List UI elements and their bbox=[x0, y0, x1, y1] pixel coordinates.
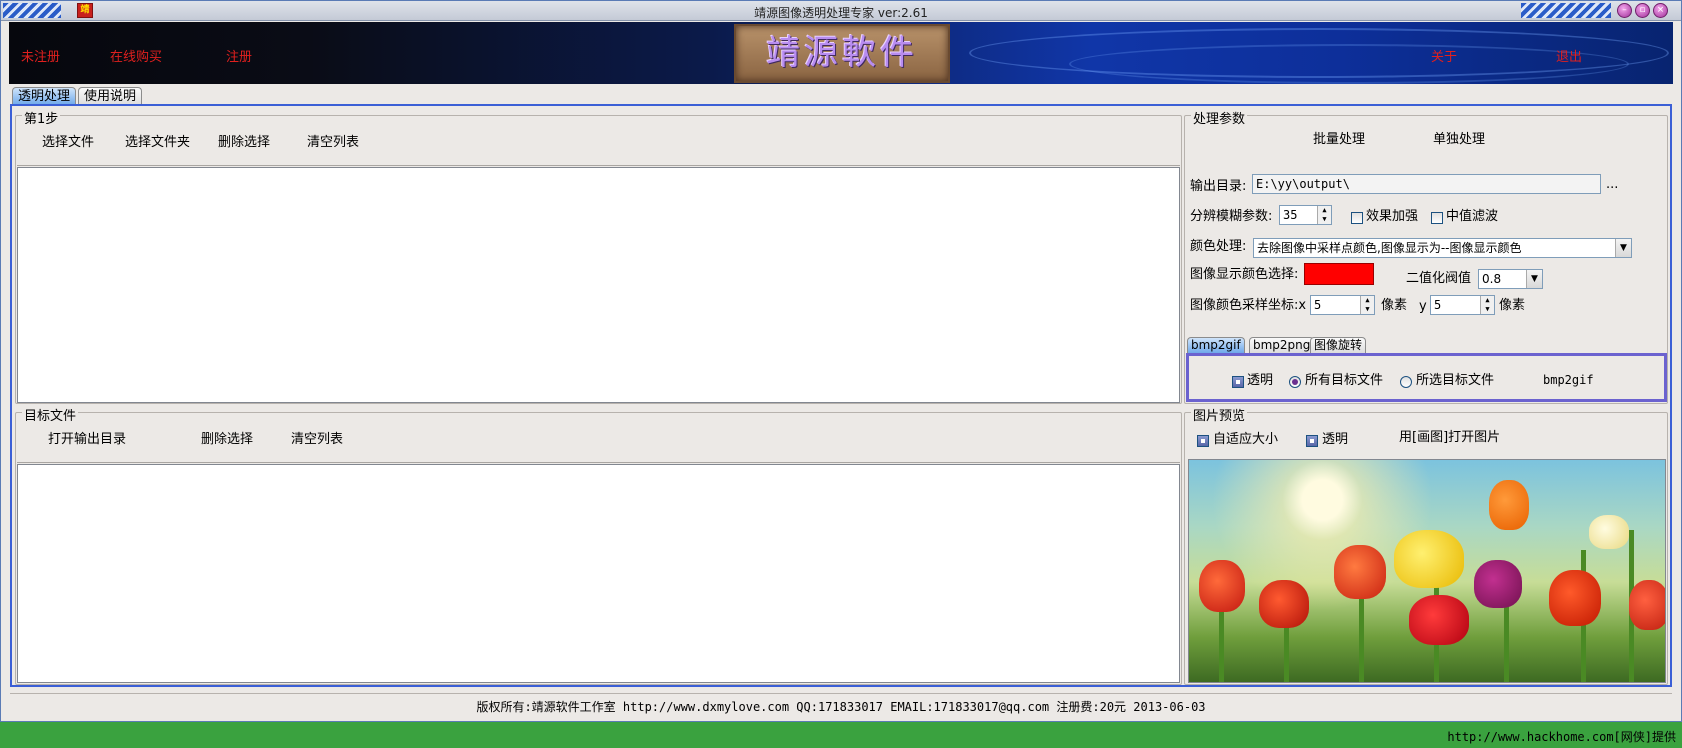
enhance-label: 效果加强 bbox=[1366, 209, 1419, 224]
threshold-value: 0.8 bbox=[1482, 272, 1502, 286]
minimize-icon[interactable]: – bbox=[1617, 3, 1632, 18]
tab-bmp2gif[interactable]: bmp2gif bbox=[1187, 337, 1245, 353]
gif-transparent-checkbox[interactable] bbox=[1232, 376, 1244, 388]
delete-target-button[interactable]: 删除选择 bbox=[201, 431, 253, 449]
display-color-label: 图像显示颜色选择: bbox=[1190, 267, 1299, 282]
pixel-unit-label: 像素 bbox=[1381, 298, 1408, 313]
close-icon[interactable]: × bbox=[1653, 3, 1668, 18]
tab-image-rotate[interactable]: 图像旋转 bbox=[1310, 337, 1367, 353]
select-file-button[interactable]: 选择文件 bbox=[42, 134, 94, 152]
exit-link[interactable]: 退出 bbox=[1556, 46, 1582, 65]
single-process-button[interactable]: 单独处理 bbox=[1433, 131, 1485, 149]
preview-transparent-label: 透明 bbox=[1322, 432, 1349, 447]
maximize-icon[interactable]: ▫ bbox=[1635, 3, 1650, 18]
selected-targets-radio[interactable] bbox=[1400, 376, 1412, 388]
tab-usage[interactable]: 使用说明 bbox=[78, 87, 143, 105]
chevron-down-icon[interactable]: ▼ bbox=[1615, 239, 1631, 257]
color-process-select[interactable]: 去除图像中采样点颜色,图像显示为--图像显示颜色 ▼ bbox=[1253, 238, 1632, 258]
source-file-list[interactable] bbox=[17, 167, 1180, 403]
chevron-down-icon[interactable]: ▼ bbox=[1526, 270, 1542, 288]
median-filter-checkbox[interactable] bbox=[1431, 212, 1443, 224]
stepper-arrows-icon[interactable]: ▲ ▼ bbox=[1360, 296, 1374, 314]
autofit-checkbox[interactable] bbox=[1197, 435, 1209, 447]
preview-image bbox=[1188, 459, 1666, 683]
color-process-value: 去除图像中采样点颜色,图像显示为--图像显示颜色 bbox=[1257, 241, 1522, 255]
browse-button[interactable]: ... bbox=[1606, 176, 1618, 194]
logo: 靖源軟件 bbox=[734, 24, 950, 83]
title-bar[interactable]: 靖 靖源图像透明处理专家 ver:2.61 – ▫ × bbox=[1, 1, 1681, 21]
output-dir-label: 输出目录: bbox=[1190, 179, 1247, 194]
tab-transparent[interactable]: 透明处理 bbox=[12, 87, 77, 105]
y-coord-value: 5 bbox=[1434, 298, 1442, 312]
enhance-checkbox[interactable] bbox=[1351, 212, 1363, 224]
threshold-label: 二值化阀值 bbox=[1406, 271, 1472, 286]
y-coord-stepper[interactable]: 5 ▲ ▼ bbox=[1430, 295, 1495, 315]
preview-transparent-checkbox[interactable] bbox=[1306, 435, 1318, 447]
stepper-arrows-icon[interactable]: ▲ ▼ bbox=[1480, 296, 1494, 314]
window-title: 靖源图像透明处理专家 ver:2.61 bbox=[754, 6, 928, 20]
delete-selection-button[interactable]: 删除选择 bbox=[218, 134, 270, 152]
batch-process-button[interactable]: 批量处理 bbox=[1313, 131, 1365, 149]
sample-coord-label: 图像颜色采样坐标:x bbox=[1190, 298, 1307, 313]
blur-param-stepper[interactable]: 35 ▲ ▼ bbox=[1279, 205, 1332, 225]
banner-wave bbox=[1069, 44, 1629, 84]
clear-list-button[interactable]: 清空列表 bbox=[307, 134, 359, 152]
x-coord-stepper[interactable]: 5 ▲ ▼ bbox=[1310, 295, 1375, 315]
select-folder-button[interactable]: 选择文件夹 bbox=[125, 134, 190, 152]
y-coord-label: y bbox=[1419, 299, 1427, 314]
tab-bmp2png[interactable]: bmp2png bbox=[1249, 337, 1315, 353]
titlebar-decoration-right bbox=[1521, 3, 1611, 18]
blur-param-label: 分辨模糊参数: bbox=[1190, 209, 1273, 224]
open-in-paint-button[interactable]: 用[画图]打开图片 bbox=[1399, 429, 1500, 447]
buy-online-link[interactable]: 在线购买 bbox=[110, 46, 162, 65]
x-coord-value: 5 bbox=[1314, 298, 1322, 312]
target-file-list[interactable] bbox=[17, 464, 1180, 683]
watermark-text: http://www.hackhome.com[网侠]提供 bbox=[1447, 730, 1676, 744]
step1-toolbar: 选择文件 选择文件夹 删除选择 清空列表 bbox=[17, 124, 1180, 166]
main-window: 靖 靖源图像透明处理专家 ver:2.61 – ▫ × 未注册 在线购买 注册 … bbox=[0, 0, 1682, 722]
autofit-label: 自适应大小 bbox=[1213, 432, 1279, 447]
threshold-select[interactable]: 0.8 ▼ bbox=[1478, 269, 1543, 289]
open-output-dir-button[interactable]: 打开输出目录 bbox=[48, 431, 126, 449]
stepper-arrows-icon[interactable]: ▲ ▼ bbox=[1317, 206, 1331, 224]
median-filter-label: 中值滤波 bbox=[1446, 209, 1499, 224]
all-targets-radio[interactable] bbox=[1289, 376, 1301, 388]
status-bar: 版权所有:靖源软件工作室 http://www.dxmylove.com QQ:… bbox=[10, 693, 1672, 720]
selected-targets-label: 所选目标文件 bbox=[1416, 373, 1495, 388]
unregistered-link[interactable]: 未注册 bbox=[21, 46, 60, 65]
params-title: 处理参数 bbox=[1191, 108, 1248, 127]
about-link[interactable]: 关于 bbox=[1431, 46, 1457, 65]
color-process-label: 颜色处理: bbox=[1190, 239, 1247, 254]
register-link[interactable]: 注册 bbox=[226, 46, 252, 65]
pixel-unit-label-2: 像素 bbox=[1499, 298, 1526, 313]
display-color-swatch[interactable] bbox=[1304, 263, 1374, 285]
target-toolbar: 打开输出目录 删除选择 清空列表 bbox=[17, 421, 1180, 463]
bmp2gif-button[interactable]: bmp2gif bbox=[1543, 371, 1594, 389]
clear-target-list-button[interactable]: 清空列表 bbox=[291, 431, 343, 449]
all-targets-label: 所有目标文件 bbox=[1305, 373, 1384, 388]
output-dir-field[interactable]: E:\yy\output\ bbox=[1252, 174, 1601, 194]
gif-transparent-label: 透明 bbox=[1247, 373, 1274, 388]
blur-param-value: 35 bbox=[1283, 208, 1298, 222]
preview-title: 图片预览 bbox=[1191, 405, 1248, 424]
